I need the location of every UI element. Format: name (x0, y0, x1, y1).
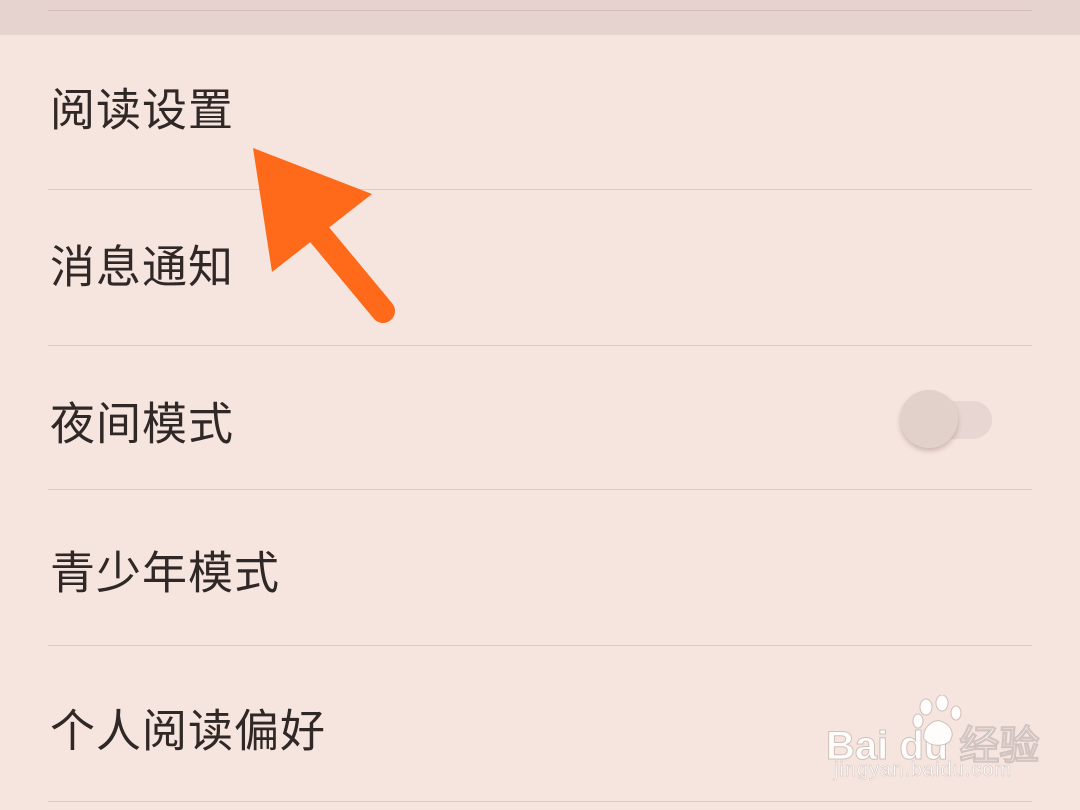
settings-item-reading[interactable]: 阅读设置 (48, 35, 1032, 190)
settings-item-notifications[interactable]: 消息通知 (48, 190, 1032, 346)
settings-item-label: 阅读设置 (50, 83, 235, 137)
section-header-strip (0, 0, 1080, 35)
watermark-url: jingyan.baidu.com (834, 759, 1013, 782)
baidu-jingyan-watermark: Bai du 经验 jingyan.baidu.com (825, 695, 1056, 790)
settings-item-label: 夜间模式 (50, 397, 235, 451)
paw-icon (912, 695, 962, 746)
toggle-knob (900, 390, 958, 448)
settings-item-teen-mode[interactable]: 青少年模式 (48, 490, 1032, 646)
settings-item-label: 个人阅读偏好 (50, 704, 327, 758)
settings-screen: 阅读设置 消息通知 夜间模式 青少年模式 个人阅读偏好 Bai du 经验 ji… (0, 0, 1080, 810)
settings-item-night-mode[interactable]: 夜间模式 (48, 346, 1032, 490)
settings-item-label: 消息通知 (50, 240, 235, 294)
night-mode-toggle[interactable] (900, 388, 992, 452)
settings-item-label: 青少年模式 (50, 546, 281, 600)
settings-list: 阅读设置 消息通知 夜间模式 青少年模式 个人阅读偏好 (0, 35, 1080, 802)
divider (48, 10, 1032, 11)
